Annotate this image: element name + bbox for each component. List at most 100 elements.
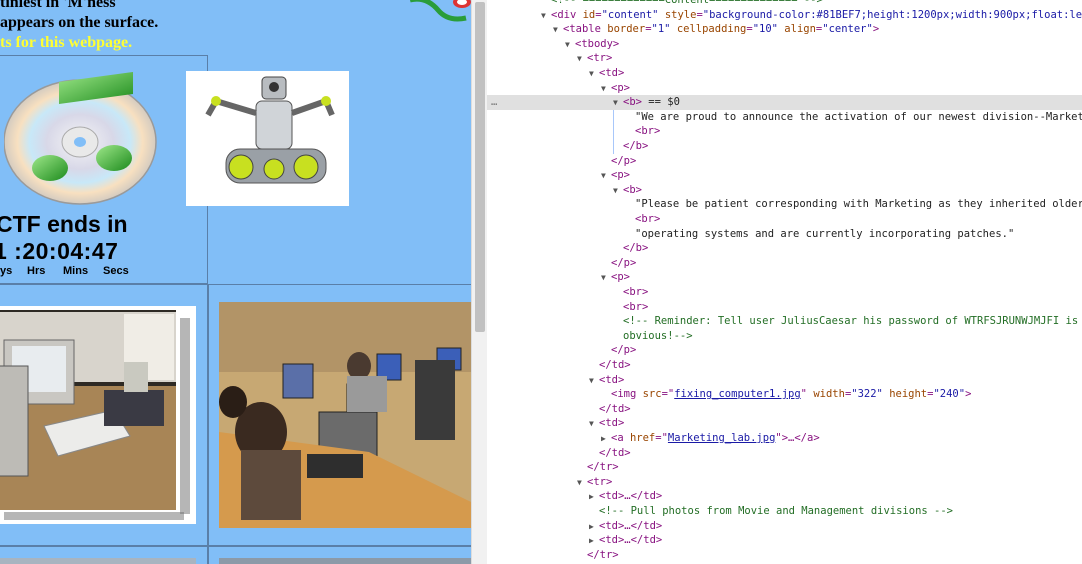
dom-token: <br>	[623, 286, 649, 298]
dom-token: "240"	[933, 388, 966, 401]
corner-logo-icon	[410, 0, 471, 22]
marketing-lab-photo-link[interactable]	[219, 302, 471, 528]
collapse-arrow-icon[interactable]: ▼	[589, 417, 599, 432]
dom-token: <br>	[635, 125, 661, 138]
dom-token: </p>	[611, 344, 637, 357]
dom-token: <b>	[623, 96, 642, 109]
collapse-arrow-icon[interactable]: ▼	[601, 82, 611, 97]
dom-token: "10"	[752, 23, 778, 36]
music-cd-icon	[4, 72, 157, 205]
dom-token: <!-- Reminder: Tell user JuliusCaesar hi…	[623, 315, 1082, 328]
dom-token: id	[582, 8, 596, 21]
collapse-arrow-icon[interactable]: ▼	[601, 271, 611, 286]
dom-token: "background-color:#81BEF7;height:1200px;…	[702, 8, 1082, 21]
collapse-arrow-icon[interactable]: ▼	[577, 476, 587, 491]
dom-token: </p>	[611, 154, 637, 167]
headline-line-1: tiniest in 'M'ness	[0, 0, 116, 11]
dom-token: >	[872, 23, 880, 36]
expand-arrow-icon[interactable]: ▶	[589, 490, 599, 505]
dom-token: obvious!-->	[623, 329, 693, 342]
fixing-computer-photo	[0, 306, 196, 524]
dom-token: "322"	[851, 388, 883, 401]
headline-line-2: appears on the surface.	[0, 14, 159, 31]
dom-token: </td>	[599, 359, 631, 371]
dom-token[interactable]: Marketing_lab.jpg	[668, 432, 775, 444]
dom-token: src	[642, 388, 662, 401]
dom-token: ="	[655, 432, 668, 444]
dom-token: <td>	[599, 67, 625, 79]
bottom-photo-left	[0, 558, 196, 564]
dom-token: <!-- =============Content============== …	[551, 0, 823, 6]
dom-token: >	[965, 388, 972, 401]
countdown-label-mins: Mins	[63, 265, 89, 277]
node-menu-dots-icon[interactable]: …	[491, 95, 497, 110]
dom-token: <tr>	[587, 52, 613, 65]
dom-token: <table	[563, 23, 608, 36]
dom-token: </b>	[623, 242, 649, 255]
expand-arrow-icon[interactable]: ▶	[601, 432, 611, 447]
dom-token: <p>	[611, 271, 630, 284]
dom-token[interactable]: fixing_computer1.jpg	[674, 388, 800, 400]
dom-token: align	[777, 23, 816, 36]
dom-token: ="	[661, 388, 675, 401]
collapse-arrow-icon[interactable]: ▼	[553, 23, 563, 38]
expand-arrow-icon[interactable]: ▶	[589, 534, 599, 549]
dom-token: "content"	[601, 8, 659, 21]
countdown-label-days: ys	[0, 265, 13, 277]
dom-token: == $0	[641, 96, 680, 109]
countdown-label-hours: Hrs	[27, 265, 46, 277]
dom-token: <td>	[599, 373, 625, 386]
robot-image	[186, 71, 349, 206]
marketing-lab-photo	[219, 302, 471, 528]
scrollbar-thumb[interactable]	[475, 2, 485, 332]
dom-token: cellpadding	[670, 23, 747, 36]
dom-token: </tr>	[587, 548, 619, 561]
dom-token: <br>	[623, 300, 649, 313]
dom-token: </tr>	[587, 461, 619, 474]
dom-token: width	[807, 388, 845, 401]
collapse-arrow-icon[interactable]: ▼	[613, 184, 623, 199]
dom-token: href	[629, 432, 656, 444]
dom-token: <a	[611, 432, 630, 444]
dom-token: border	[607, 23, 646, 36]
expand-arrow-icon[interactable]: ▶	[589, 520, 599, 535]
webpage-viewport: tiniest in 'M'ness appears on the surfac…	[0, 0, 471, 564]
dom-token: <tr>	[587, 475, 613, 488]
dom-token: <br>	[635, 213, 661, 225]
collapse-arrow-icon[interactable]: ▼	[613, 96, 623, 111]
collapse-arrow-icon[interactable]: ▼	[565, 38, 575, 53]
collapse-arrow-icon[interactable]: ▼	[589, 374, 599, 389]
dom-token: style	[658, 8, 697, 21]
dom-token: <div	[551, 8, 583, 21]
collapse-arrow-icon[interactable]: ▼	[541, 9, 551, 24]
dom-token: </b>	[623, 140, 649, 152]
bottom-photo-right	[219, 558, 471, 564]
dom-token: <p>	[611, 81, 630, 94]
page-scrollbar[interactable]	[471, 0, 487, 564]
dom-token: <td>…</td>	[599, 534, 663, 547]
countdown-title: CTF ends in	[0, 211, 128, 237]
dom-token: </td>	[599, 446, 631, 459]
dom-token: "center"	[822, 23, 873, 36]
collapse-arrow-icon[interactable]: ▼	[589, 67, 599, 82]
subtree-guide-line	[613, 109, 614, 154]
dom-token: <!-- Pull photos from Movie and Manageme…	[599, 505, 954, 517]
devtools-elements-panel: <!-- =============Content============== …	[487, 0, 1082, 564]
countdown-value: 1 :20:04:47	[0, 238, 119, 264]
dom-node-selected[interactable]: ▼ <b> == $0 …	[487, 95, 1082, 110]
collapse-arrow-icon[interactable]: ▼	[577, 52, 587, 67]
dom-token: <td>…</td>	[599, 519, 663, 532]
dom-token: <img	[611, 388, 643, 401]
dom-token: "operating systems and are currently inc…	[635, 227, 1015, 240]
dom-token: </td>	[599, 402, 631, 415]
dom-token: <td>…</td>	[599, 490, 663, 503]
dom-token: <p>	[611, 169, 630, 182]
collapse-arrow-icon[interactable]: ▼	[601, 169, 611, 184]
dom-token: <td>	[599, 417, 625, 430]
dom-token: <b>	[623, 183, 642, 196]
dom-token: height	[882, 388, 928, 401]
countdown-label-secs: Secs	[103, 265, 129, 277]
headline-line-3: ts for this webpage.	[0, 34, 133, 51]
dom-token: "1"	[651, 23, 671, 36]
dom-token: "Please be patient corresponding with Ma…	[635, 198, 1082, 211]
